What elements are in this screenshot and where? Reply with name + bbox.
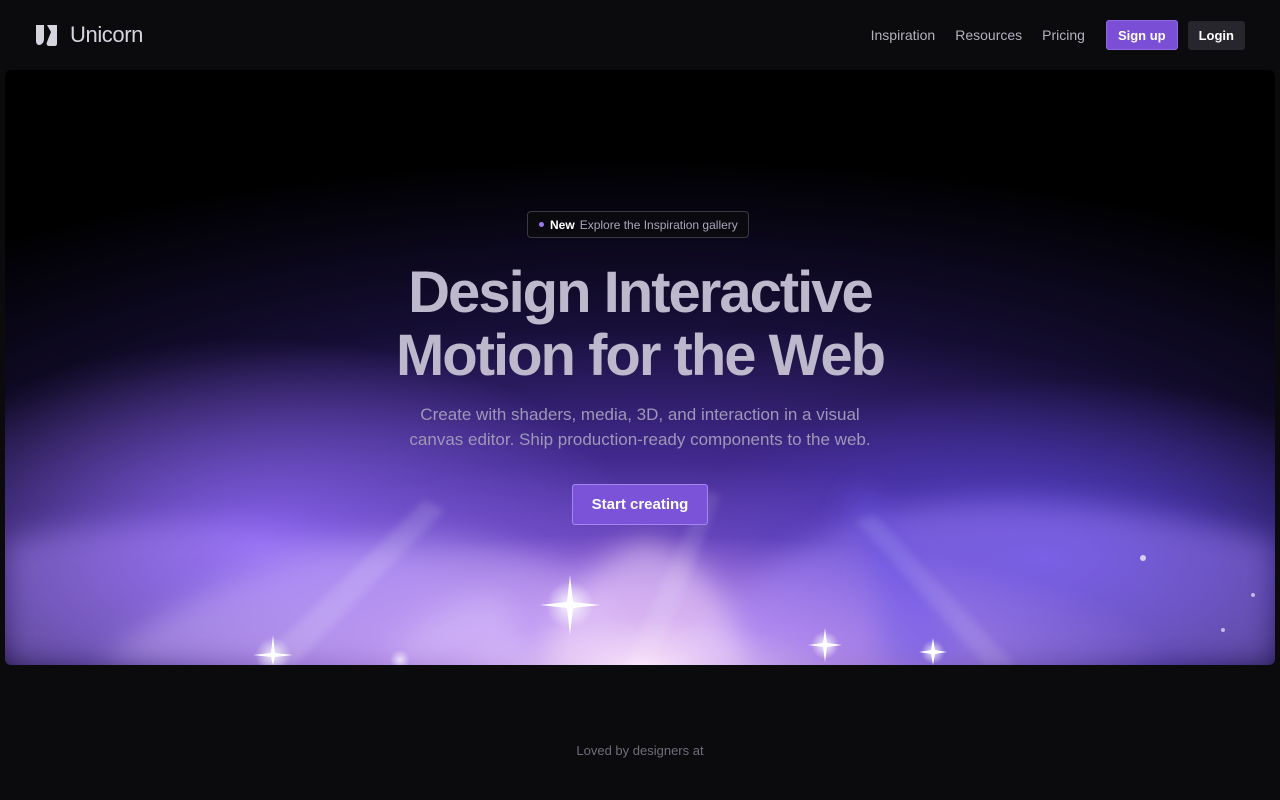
hero-headline-line1: Design Interactive: [408, 260, 874, 325]
badge-dot-icon: [539, 222, 544, 227]
badge-text: Explore the Inspiration gallery: [579, 217, 738, 232]
main-nav: Inspiration Resources Pricing Sign up Lo…: [871, 20, 1245, 50]
signup-button[interactable]: Sign up: [1105, 20, 1178, 50]
nav-link-resources[interactable]: Resources: [955, 27, 1022, 43]
nav-link-inspiration[interactable]: Inspiration: [871, 27, 936, 43]
badge-new-tag: New: [550, 217, 575, 232]
hero-subtitle-line2: canvas editor. Ship production-ready com…: [409, 430, 871, 449]
start-creating-button[interactable]: Start creating: [572, 484, 708, 525]
brand-logo-link[interactable]: Unicorn: [34, 22, 143, 48]
nav-link-pricing[interactable]: Pricing: [1042, 27, 1085, 43]
login-button[interactable]: Login: [1187, 20, 1245, 50]
top-navbar: Unicorn Inspiration Resources Pricing Si…: [0, 0, 1280, 70]
hero-section: New Explore the Inspiration gallery Desi…: [5, 70, 1275, 665]
unicorn-logo-icon: [36, 24, 57, 46]
hero-headline-line2: Motion for the Web: [395, 323, 886, 388]
announcement-badge[interactable]: New Explore the Inspiration gallery: [527, 211, 749, 238]
hero-subtitle-line1: Create with shaders, media, 3D, and inte…: [420, 405, 860, 424]
hero-headline: Design Interactive Motion for the Web: [5, 261, 1275, 387]
social-proof-label: Loved by designers at: [576, 743, 704, 758]
brand-name: Unicorn: [70, 22, 144, 47]
hero-subtitle: Create with shaders, media, 3D, and inte…: [5, 402, 1275, 452]
